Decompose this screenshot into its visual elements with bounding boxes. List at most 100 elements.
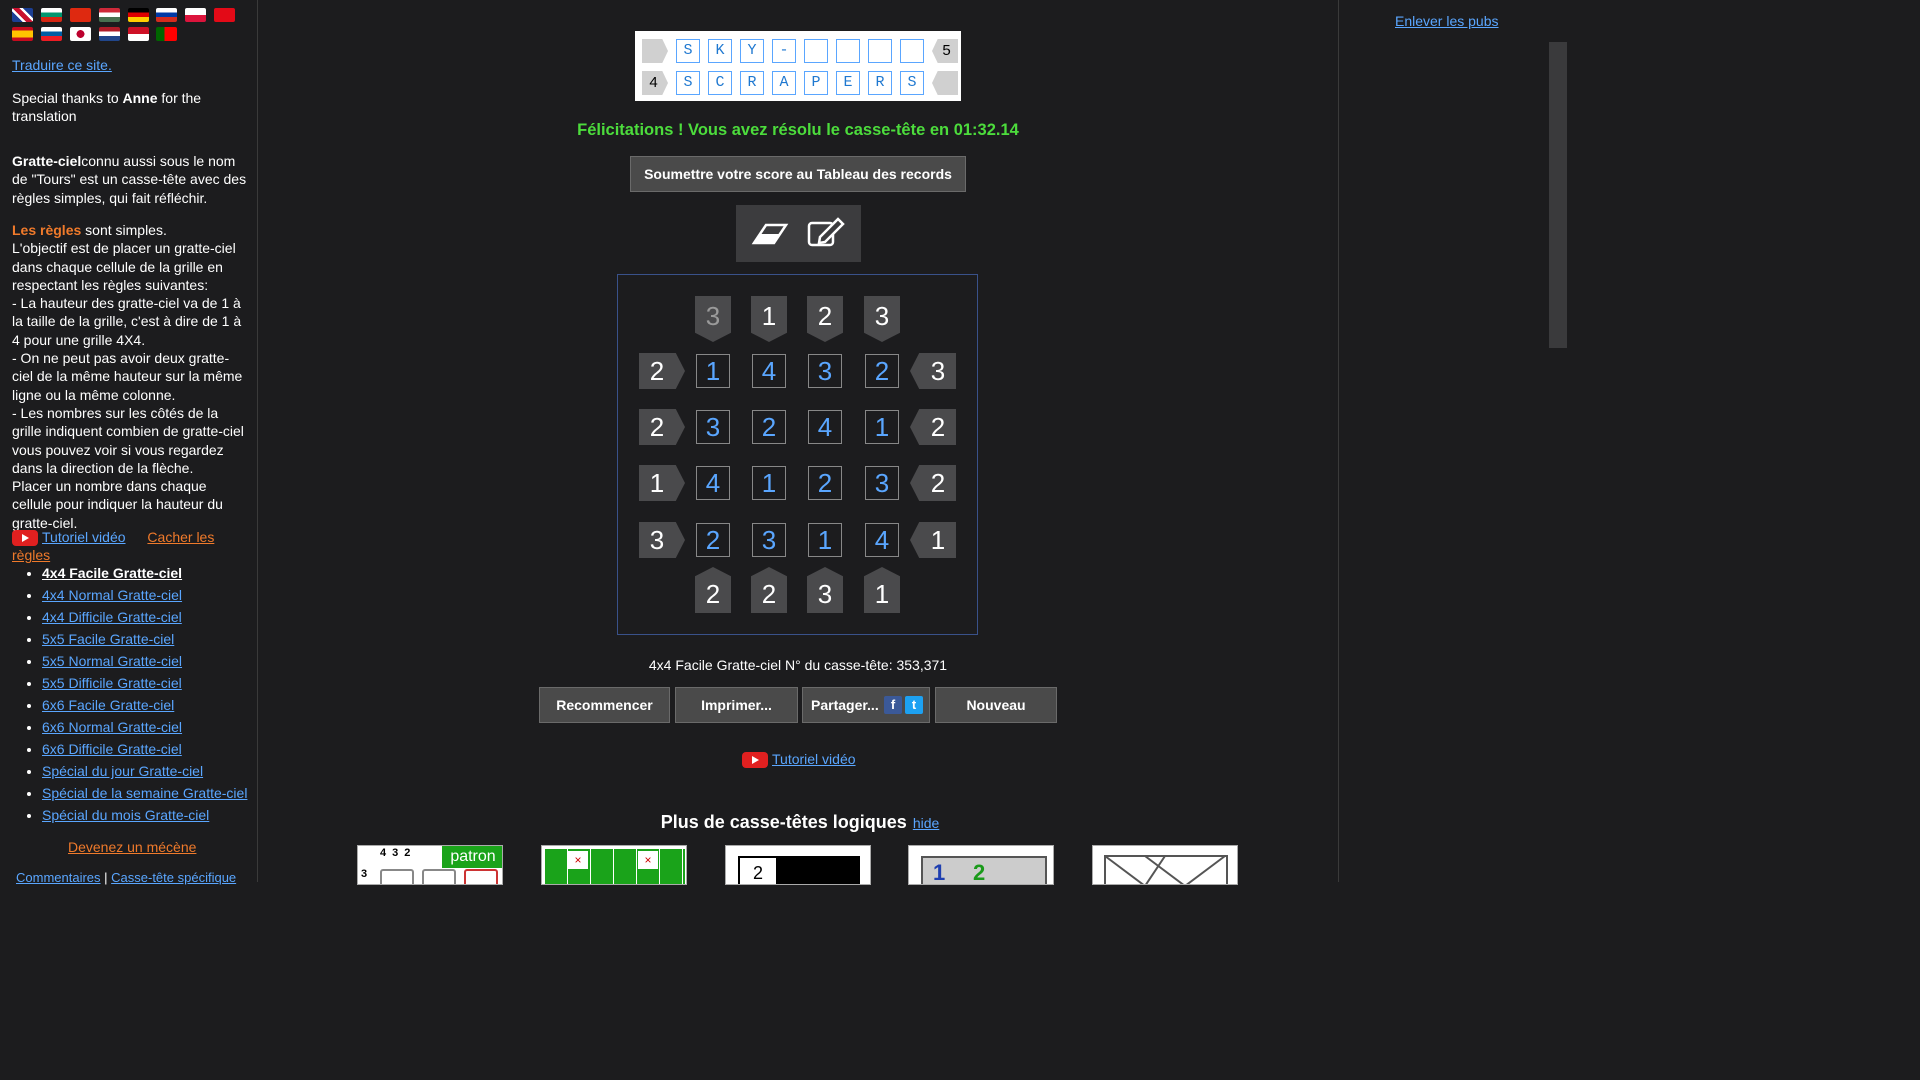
nav-6x6-easy[interactable]: 6x6 Facile Gratte-ciel bbox=[42, 697, 174, 713]
nav-5x5-easy[interactable]: 5x5 Facile Gratte-ciel bbox=[42, 631, 174, 647]
thanks-prefix: Special thanks to bbox=[12, 90, 123, 106]
list-item: 4x4 Normal Gratte-ciel bbox=[42, 584, 247, 606]
video-tutorial-main-link[interactable]: Tutoriel vidéo bbox=[772, 751, 856, 767]
nav-monthly-special[interactable]: Spécial du mois Gratte-ciel bbox=[42, 807, 209, 823]
puzzle-thumbnail-futoshiki[interactable]: 1 2 bbox=[908, 845, 1054, 885]
eraser-icon[interactable] bbox=[750, 217, 790, 249]
nav-5x5-hard[interactable]: 5x5 Difficile Gratte-ciel bbox=[42, 675, 182, 691]
specific-puzzle-link[interactable]: Casse-tête spécifique bbox=[111, 870, 236, 885]
flag-bulgaria-icon[interactable] bbox=[40, 8, 62, 22]
rules-title: Les règles bbox=[12, 222, 82, 238]
translate-link[interactable]: Traduire ce site. bbox=[12, 56, 247, 74]
flag-slovenia-icon[interactable] bbox=[40, 27, 62, 41]
grid-cell[interactable]: 4 bbox=[696, 466, 730, 500]
print-button[interactable]: Imprimer... bbox=[675, 687, 798, 723]
clue-bottom[interactable]: 2 bbox=[695, 567, 731, 613]
title-clue: 4 bbox=[642, 71, 668, 95]
flag-poland-icon[interactable] bbox=[185, 8, 207, 22]
nav-daily-special[interactable]: Spécial du jour Gratte-ciel bbox=[42, 763, 203, 779]
flag-china-icon[interactable] bbox=[69, 8, 91, 22]
grid-cell[interactable]: 1 bbox=[752, 466, 786, 500]
success-message: Félicitations ! Vous avez résolu le cass… bbox=[577, 121, 1019, 139]
remove-ads-link[interactable]: Enlever les pubs bbox=[1395, 13, 1499, 29]
sidebar: Traduire ce site. Special thanks to Anne… bbox=[0, 0, 258, 885]
clue-right[interactable]: 2 bbox=[910, 409, 956, 445]
clue-left[interactable]: 2 bbox=[639, 409, 685, 445]
flag-hungary-icon[interactable] bbox=[98, 8, 120, 22]
nav-4x4-easy[interactable]: 4x4 Facile Gratte-ciel bbox=[42, 565, 182, 581]
clue-left[interactable]: 1 bbox=[639, 465, 685, 501]
flag-indonesia-icon[interactable] bbox=[127, 27, 149, 41]
new-puzzle-button[interactable]: Nouveau bbox=[935, 687, 1057, 723]
restart-button[interactable]: Recommencer bbox=[539, 687, 670, 723]
puzzle-thumbnail-kakurasu[interactable]: 2 bbox=[725, 845, 871, 885]
share-label: Partager... bbox=[811, 697, 879, 713]
hide-more-link[interactable]: hide bbox=[913, 815, 939, 831]
youtube-icon[interactable] bbox=[742, 752, 768, 769]
thumb-number-blue: 1 bbox=[933, 860, 946, 885]
clue-top[interactable]: 3 bbox=[864, 296, 900, 342]
puzzle-thumbnail-slant[interactable] bbox=[1092, 845, 1238, 885]
flag-japan-icon[interactable] bbox=[69, 27, 91, 41]
grid-cell[interactable]: 4 bbox=[752, 354, 786, 388]
nav-5x5-normal[interactable]: 5x5 Normal Gratte-ciel bbox=[42, 653, 182, 669]
twitter-icon[interactable]: t bbox=[905, 696, 923, 714]
youtube-icon[interactable] bbox=[12, 530, 38, 547]
nav-weekly-special[interactable]: Spécial de la semaine Gratte-ciel bbox=[42, 785, 247, 801]
flag-russia-icon[interactable] bbox=[156, 8, 178, 22]
thumb-clue: 4 bbox=[380, 847, 393, 859]
submit-score-button[interactable]: Soumettre votre score au Tableau des rec… bbox=[630, 156, 966, 192]
flag-germany-icon[interactable] bbox=[127, 8, 149, 22]
nav-4x4-hard[interactable]: 4x4 Difficile Gratte-ciel bbox=[42, 609, 182, 625]
puzzle-thumbnail-skyscrapers[interactable]: 432 3 patron bbox=[357, 845, 503, 885]
thumb-green-grid bbox=[545, 849, 685, 884]
flag-spain-icon[interactable] bbox=[12, 27, 33, 41]
grid-cell[interactable]: 3 bbox=[865, 466, 899, 500]
language-flags bbox=[12, 8, 242, 46]
flag-netherlands-icon[interactable] bbox=[98, 27, 120, 41]
grid-cell[interactable]: 4 bbox=[865, 523, 899, 557]
grid-cell[interactable]: 1 bbox=[696, 354, 730, 388]
grid-cell[interactable]: 2 bbox=[752, 410, 786, 444]
grid-cell[interactable]: 3 bbox=[752, 523, 786, 557]
flag-portugal-icon[interactable] bbox=[156, 27, 178, 41]
scrollbar-thumb[interactable] bbox=[1549, 42, 1567, 348]
toolbar bbox=[736, 205, 861, 262]
facebook-icon[interactable]: f bbox=[884, 696, 902, 714]
clue-right[interactable]: 3 bbox=[910, 353, 956, 389]
share-button[interactable]: Partager... f t bbox=[802, 687, 930, 723]
clue-bottom[interactable]: 3 bbox=[807, 567, 843, 613]
rule-line: - La hauteur des gratte-ciel va de 1 à l… bbox=[12, 295, 242, 348]
grid-cell[interactable]: 2 bbox=[696, 523, 730, 557]
comments-link[interactable]: Commentaires bbox=[16, 870, 101, 885]
clue-right[interactable]: 1 bbox=[910, 522, 956, 558]
grid-cell[interactable]: 2 bbox=[808, 466, 842, 500]
nav-6x6-normal[interactable]: 6x6 Normal Gratte-ciel bbox=[42, 719, 182, 735]
title-row-1: S K Y - 5 bbox=[642, 39, 958, 63]
video-tutorial-link[interactable]: Tutoriel vidéo bbox=[42, 529, 126, 545]
list-item: 6x6 Difficile Gratte-ciel bbox=[42, 738, 247, 760]
nav-6x6-hard[interactable]: 6x6 Difficile Gratte-ciel bbox=[42, 741, 182, 757]
grid-cell[interactable]: 3 bbox=[808, 354, 842, 388]
clue-top[interactable]: 3 bbox=[695, 296, 731, 342]
scrollbar[interactable] bbox=[1548, 0, 1568, 882]
puzzle-thumbnail-binary[interactable]: × × bbox=[541, 845, 687, 885]
nav-4x4-normal[interactable]: 4x4 Normal Gratte-ciel bbox=[42, 587, 182, 603]
clue-left[interactable]: 2 bbox=[639, 353, 685, 389]
patron-link[interactable]: Devenez un mécène bbox=[68, 839, 196, 855]
grid-cell[interactable]: 4 bbox=[808, 410, 842, 444]
clue-left[interactable]: 3 bbox=[639, 522, 685, 558]
grid-cell[interactable]: 1 bbox=[808, 523, 842, 557]
clue-top[interactable]: 1 bbox=[751, 296, 787, 342]
clue-right[interactable]: 2 bbox=[910, 465, 956, 501]
pencil-icon[interactable] bbox=[806, 217, 846, 249]
flag-turkey-icon[interactable] bbox=[214, 8, 236, 22]
clue-bottom[interactable]: 2 bbox=[751, 567, 787, 613]
clue-top[interactable]: 2 bbox=[807, 296, 843, 342]
grid-cell[interactable]: 3 bbox=[696, 410, 730, 444]
grid-cell[interactable]: 1 bbox=[865, 410, 899, 444]
flag-uk-icon[interactable] bbox=[12, 8, 33, 22]
grid-cell[interactable]: 2 bbox=[865, 354, 899, 388]
intro-text: Gratte-cielconnu aussi sous le nom de "T… bbox=[12, 152, 247, 207]
clue-bottom[interactable]: 1 bbox=[864, 567, 900, 613]
